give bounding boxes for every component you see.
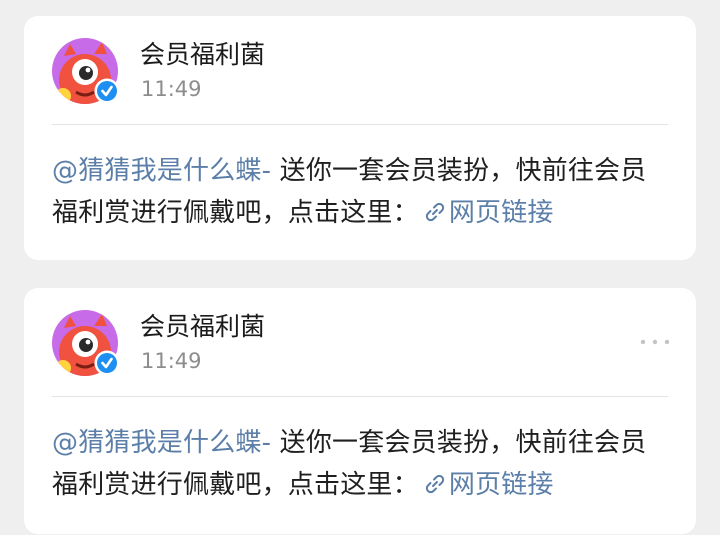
post-body: @猜猜我是什么蝶- 送你一套会员装扮，快前往会员福利赏进行佩戴吧，点击这里： 网页…: [52, 150, 672, 234]
divider: [52, 396, 668, 397]
more-button[interactable]: [638, 328, 672, 356]
post-card[interactable]: 会员福利菌 11:49 @猜猜我是什么蝶- 送你一套会员装扮，快前往会员福利赏进…: [24, 288, 696, 534]
account-name[interactable]: 会员福利菌: [140, 40, 265, 70]
web-link[interactable]: 网页链接: [419, 198, 554, 228]
web-link-label: 网页链接: [448, 470, 554, 500]
web-link-label: 网页链接: [448, 198, 554, 228]
more-dots-icon: [640, 339, 670, 345]
account-name[interactable]: 会员福利菌: [140, 312, 265, 342]
mention-link[interactable]: @猜猜我是什么蝶-: [52, 428, 271, 458]
avatar[interactable]: [52, 38, 120, 104]
verified-badge-icon: [94, 350, 120, 376]
post-time: 11:49: [141, 77, 202, 101]
post-time: 11:49: [141, 349, 202, 373]
avatar[interactable]: [52, 310, 120, 376]
web-link[interactable]: 网页链接: [419, 470, 554, 500]
link-icon: [423, 467, 447, 494]
divider: [52, 124, 668, 125]
link-icon: [423, 195, 447, 222]
verified-badge-icon: [94, 78, 120, 104]
post-card[interactable]: 会员福利菌 11:49 @猜猜我是什么蝶- 送你一套会员装扮，快前往会员福利赏进…: [24, 16, 696, 260]
mention-link[interactable]: @猜猜我是什么蝶-: [52, 156, 271, 186]
post-body: @猜猜我是什么蝶- 送你一套会员装扮，快前往会员福利赏进行佩戴吧，点击这里： 网页…: [52, 422, 672, 506]
